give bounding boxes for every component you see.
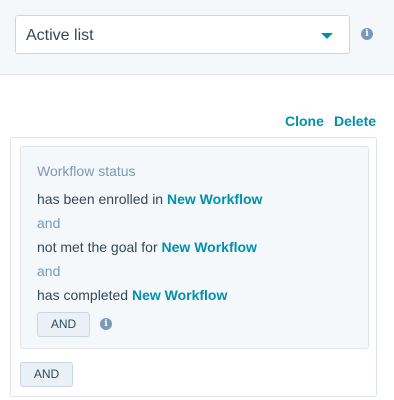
condition-text: has completed (37, 287, 132, 303)
workflow-link[interactable]: New Workflow (167, 191, 262, 207)
filter-condition: has completed New Workflow (37, 287, 227, 303)
filter-condition: has been enrolled in New Workflow (37, 191, 262, 207)
chevron-down-icon[interactable] (321, 33, 333, 39)
condition-text: has been enrolled in (37, 191, 167, 207)
and-separator: and (37, 215, 61, 231)
info-icon[interactable]: i (100, 318, 112, 330)
info-icon[interactable]: i (361, 28, 373, 40)
clone-button[interactable]: Clone (285, 113, 324, 129)
condition-text: not met the goal for (37, 239, 162, 255)
filter-title: Workflow status (37, 163, 136, 179)
filter-condition: not met the goal for New Workflow (37, 239, 257, 255)
add-and-condition-button[interactable]: AND (37, 312, 90, 337)
workflow-link[interactable]: New Workflow (132, 287, 227, 303)
and-separator: and (37, 263, 61, 279)
delete-button[interactable]: Delete (334, 113, 376, 129)
workflow-link[interactable]: New Workflow (162, 239, 257, 255)
list-type-select-value: Active list (26, 27, 94, 44)
list-type-select[interactable]: Active list (15, 15, 350, 54)
add-and-group-button[interactable]: AND (20, 362, 73, 387)
